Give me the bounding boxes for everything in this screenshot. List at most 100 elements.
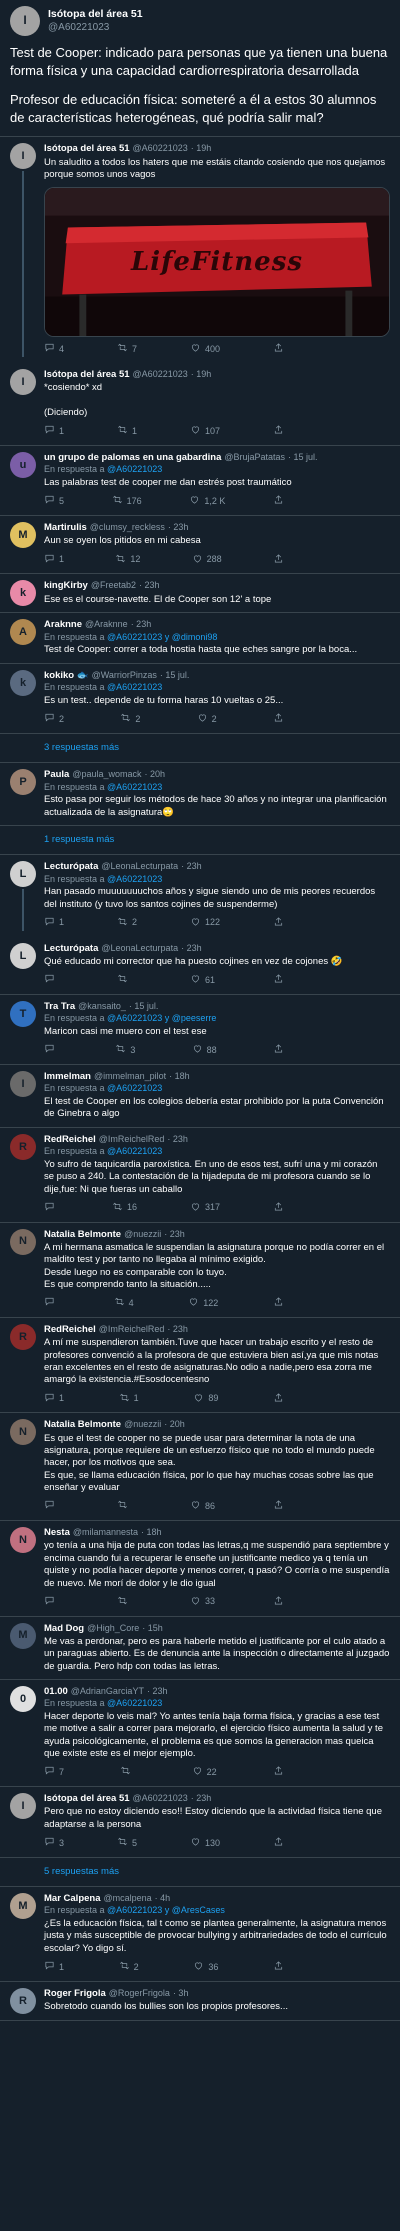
like-button[interactable]: 122 (190, 916, 220, 931)
retweet-button[interactable]: 1 (117, 424, 137, 439)
avatar[interactable]: L (10, 861, 36, 888)
share-button[interactable] (273, 494, 284, 509)
reply-button[interactable] (44, 973, 59, 988)
avatar[interactable]: N (10, 1228, 36, 1255)
like-button[interactable]: 88 (192, 1043, 217, 1058)
retweet-button[interactable] (117, 1595, 132, 1610)
retweet-button[interactable]: 7 (117, 342, 137, 357)
share-button[interactable] (273, 424, 284, 439)
reply-button[interactable] (44, 1043, 59, 1058)
like-button[interactable]: 400 (190, 342, 220, 357)
like-button[interactable]: 22 (192, 1765, 217, 1780)
timestamp[interactable]: · 23h (181, 943, 202, 955)
avatar[interactable]: 0 (10, 1685, 36, 1712)
author-name[interactable]: Lecturópata (44, 943, 98, 955)
avatar[interactable]: M (10, 522, 36, 549)
main-tweet[interactable]: I Isótopa del área 51 @A60221023 Test de… (0, 0, 400, 138)
like-button[interactable]: 33 (190, 1595, 215, 1610)
timestamp[interactable]: · 23h (139, 580, 160, 592)
reply-tweet[interactable]: T Tra Tra @kansaito_ · 15 jul. En respuesta … (0, 995, 400, 1066)
reply-tweet[interactable]: L Lecturópata @LeonaLecturpata · 23h Qué edu… (0, 937, 400, 996)
reply-button[interactable]: 2 (44, 712, 64, 727)
author-name[interactable]: Paula (44, 769, 69, 781)
avatar[interactable]: N (10, 1527, 36, 1554)
reply-tweet[interactable]: L Lecturópata @LeonaLecturpata · 23h En resp… (0, 855, 400, 936)
mention-link[interactable]: @A60221023 (107, 1698, 162, 1708)
media-image[interactable]: LifeFitness (44, 187, 390, 338)
avatar[interactable]: k (10, 580, 36, 607)
reply-button[interactable]: 3 (44, 1836, 64, 1851)
like-button[interactable]: 89 (193, 1392, 218, 1407)
avatar[interactable]: R (10, 1323, 36, 1350)
timestamp[interactable]: · 18h (169, 1071, 190, 1083)
timestamp[interactable]: · 19h (191, 143, 212, 155)
retweet-button[interactable] (117, 973, 132, 988)
author-name[interactable]: 01.00 (44, 1686, 68, 1698)
timestamp[interactable]: · 23h (167, 1324, 188, 1336)
avatar[interactable]: I (10, 368, 36, 395)
avatar[interactable]: N (10, 1419, 36, 1446)
retweet-button[interactable]: 5 (117, 1836, 137, 1851)
author-name[interactable]: RedReichel (44, 1134, 96, 1146)
like-button[interactable]: 36 (193, 1960, 218, 1975)
mention-link[interactable]: @A60221023 (107, 874, 162, 884)
mention-link[interactable]: @A60221023 y @peeserre (107, 1013, 216, 1023)
author-name[interactable]: Roger Frigola (44, 1988, 106, 2000)
like-button[interactable]: 61 (190, 973, 215, 988)
like-button[interactable]: 86 (190, 1499, 215, 1514)
share-button[interactable] (273, 712, 284, 727)
reply-button[interactable] (44, 1296, 59, 1311)
reply-button[interactable]: 1 (44, 916, 64, 931)
author-name[interactable]: un grupo de palomas en una gabardina (44, 452, 221, 464)
author-name[interactable]: Mar Calpena (44, 1893, 101, 1905)
author-name[interactable]: Nesta (44, 1527, 70, 1539)
avatar[interactable]: I (10, 1793, 36, 1819)
timestamp[interactable]: · 19h (191, 369, 212, 381)
reply-button[interactable]: 4 (44, 342, 64, 357)
retweet-button[interactable]: 4 (114, 1296, 134, 1311)
timestamp[interactable]: · 15h (142, 1623, 163, 1635)
reply-button[interactable] (44, 1595, 59, 1610)
avatar[interactable]: M (10, 1622, 36, 1649)
avatar[interactable]: u (10, 451, 36, 478)
author-name[interactable]: Isótopa del área 51 (48, 8, 143, 22)
reply-tweet[interactable]: N Natalia Belmonte @nuezzii · 23h A mi herma… (0, 1223, 400, 1318)
share-button[interactable] (273, 1960, 284, 1975)
author-name[interactable]: Natalia Belmonte (44, 1419, 121, 1431)
reply-tweet[interactable]: A Araknne @Araknne · 23h En respuesta a @A60… (0, 613, 400, 664)
like-button[interactable]: 107 (190, 424, 220, 439)
reply-button[interactable]: 1 (44, 553, 64, 568)
author-name[interactable]: Isótopa del área 51 (44, 143, 130, 155)
timestamp[interactable]: · 23h (168, 522, 189, 534)
share-button[interactable] (273, 1499, 284, 1514)
timestamp[interactable]: · 20h (164, 1419, 185, 1431)
like-button[interactable]: 130 (190, 1836, 220, 1851)
author-name[interactable]: Martirulis (44, 522, 87, 534)
avatar[interactable]: A (10, 619, 36, 646)
avatar[interactable]: I (10, 6, 40, 36)
timestamp[interactable]: · 18h (141, 1527, 162, 1539)
reply-tweet[interactable]: N Natalia Belmonte @nuezzii · 20h Es que el … (0, 1413, 400, 1522)
like-button[interactable]: 1,2 K (189, 494, 225, 509)
timestamp[interactable]: · 3h (173, 1988, 189, 2000)
author-name[interactable]: kokiko 🐟 (44, 670, 89, 682)
author-name[interactable]: Mad Dog (44, 1623, 84, 1635)
reply-tweet[interactable]: I Isótopa del área 51 @A60221023 · 19h *cosi… (0, 363, 400, 446)
author-name[interactable]: RedReichel (44, 1324, 96, 1336)
reply-tweet[interactable]: I Isótopa del área 51 @A60221023 · 19h Un sa… (0, 137, 400, 363)
retweet-button[interactable]: 1 (119, 1392, 139, 1407)
reply-tweet[interactable]: M Mar Calpena @mcalpena · 4h En respuesta a … (0, 1887, 400, 1982)
reply-tweet[interactable]: 0 01.00 @AdrianGarciaYT · 23h En respuesta a… (0, 1680, 400, 1787)
author-name[interactable]: Natalia Belmonte (44, 1229, 121, 1241)
reply-tweet[interactable]: M Mad Dog @High_Core · 15h Me vas a perdonar… (0, 1617, 400, 1680)
reply-tweet[interactable]: R RedReichel @ImReichelRed · 23h A mí me sus… (0, 1318, 400, 1414)
avatar[interactable]: R (10, 1133, 36, 1160)
retweet-button[interactable] (117, 1499, 132, 1514)
timestamp[interactable]: · 15 jul. (160, 670, 190, 682)
reply-button[interactable] (44, 1201, 59, 1216)
retweet-button[interactable]: 3 (115, 1043, 135, 1058)
show-more-replies[interactable]: 3 respuestas más (0, 734, 400, 764)
reply-tweet[interactable]: k kokiko 🐟 @WarriorPinzas · 15 jul. En respu… (0, 664, 400, 734)
timestamp[interactable]: · 15 jul. (288, 452, 318, 464)
timestamp[interactable]: · 23h (181, 861, 202, 873)
